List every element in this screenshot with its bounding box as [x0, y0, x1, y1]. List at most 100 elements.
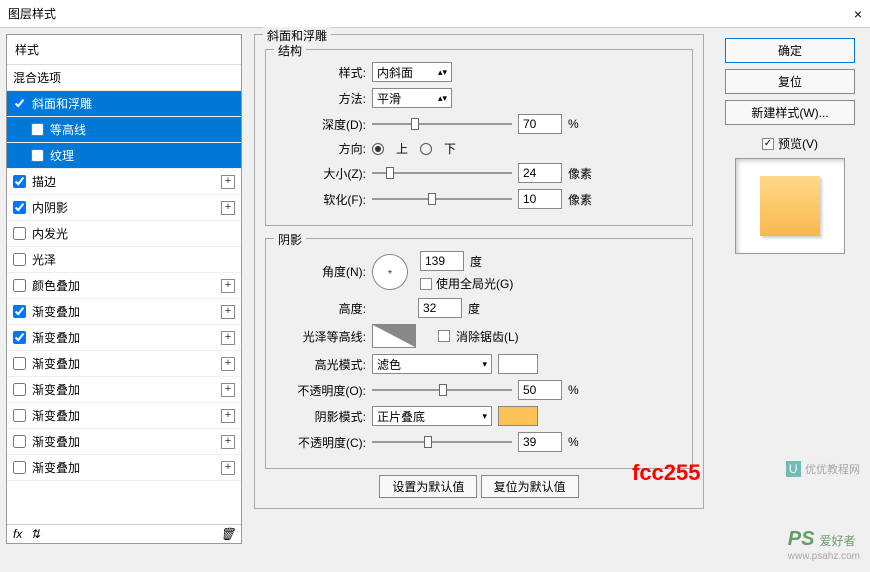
gloss-contour-picker[interactable] [372, 324, 416, 348]
chevron-icon: ▾ [482, 411, 487, 422]
depth-label: 深度(D): [276, 116, 366, 133]
method-select[interactable]: 平滑▴▾ [372, 88, 452, 108]
plus-icon[interactable]: + [221, 461, 235, 475]
watermark: U 优优教程网 [786, 460, 860, 478]
opacity1-input[interactable] [518, 380, 562, 400]
effect-checkbox[interactable] [31, 149, 44, 162]
effect-checkbox[interactable] [13, 435, 26, 448]
sidebar-item[interactable]: 渐变叠加+ [7, 325, 241, 351]
plus-icon[interactable]: + [221, 279, 235, 293]
plus-icon[interactable]: + [221, 201, 235, 215]
effect-checkbox[interactable] [31, 123, 44, 136]
soften-unit: 像素 [568, 191, 598, 208]
preview-swatch [760, 176, 820, 236]
opacity2-input[interactable] [518, 432, 562, 452]
opacity1-slider[interactable] [372, 381, 512, 399]
antialias-label: 消除锯齿(L) [456, 328, 519, 345]
highlight-color-swatch[interactable] [498, 354, 538, 374]
effect-checkbox[interactable] [13, 201, 26, 214]
down-radio[interactable] [420, 143, 432, 155]
depth-slider[interactable] [372, 115, 512, 133]
global-light-checkbox[interactable] [420, 278, 432, 290]
plus-icon[interactable]: + [221, 357, 235, 371]
altitude-unit: 度 [468, 300, 480, 317]
new-style-button[interactable]: 新建样式(W)... [725, 100, 855, 125]
chevron-icon: ▴▾ [438, 93, 447, 104]
sidebar-item[interactable]: 纹理 [7, 143, 241, 169]
size-input[interactable] [518, 163, 562, 183]
sidebar-item[interactable]: 渐变叠加 + [7, 429, 241, 455]
sidebar-item[interactable]: 渐变叠加+ [7, 455, 241, 481]
effect-checkbox[interactable] [13, 409, 26, 422]
preview-label: 预览(V) [778, 135, 818, 152]
sidebar-item[interactable]: 内阴影 + [7, 195, 241, 221]
plus-icon[interactable]: + [221, 175, 235, 189]
chevron-icon: ▾ [482, 359, 487, 370]
effect-checkbox[interactable] [13, 279, 26, 292]
direction-label: 方向: [276, 140, 366, 157]
up-radio[interactable] [372, 143, 384, 155]
soften-label: 软化(F): [276, 191, 366, 208]
preview-box [735, 158, 845, 254]
sidebar-item-label: 内阴影 [32, 199, 217, 216]
plus-icon[interactable]: + [221, 383, 235, 397]
effect-checkbox[interactable] [13, 253, 26, 266]
sidebar-item[interactable]: 渐变叠加 + [7, 377, 241, 403]
effect-checkbox[interactable] [13, 383, 26, 396]
plus-icon[interactable]: + [221, 305, 235, 319]
sidebar-item[interactable]: 颜色叠加+ [7, 273, 241, 299]
soften-input[interactable] [518, 189, 562, 209]
effect-checkbox[interactable] [13, 175, 26, 188]
effect-checkbox[interactable] [13, 331, 26, 344]
effect-checkbox[interactable] [13, 461, 26, 474]
trash-icon[interactable]: 🗑 [220, 527, 235, 541]
sidebar-item[interactable]: 渐变叠加 + [7, 351, 241, 377]
sidebar-item-label: 描边 [32, 173, 217, 190]
antialias-checkbox[interactable] [438, 330, 450, 342]
chevron-icon: ▴▾ [438, 67, 447, 78]
effect-checkbox[interactable] [13, 357, 26, 370]
angle-input[interactable] [420, 251, 464, 271]
sidebar-item[interactable]: 混合选项 [7, 65, 241, 91]
depth-unit: % [568, 117, 598, 131]
shadow-mode-select[interactable]: 正片叠底▾ [372, 406, 492, 426]
sidebar-item[interactable]: 光泽 [7, 247, 241, 273]
fx-label[interactable]: fx [13, 527, 22, 541]
depth-input[interactable] [518, 114, 562, 134]
size-slider[interactable] [372, 164, 512, 182]
plus-icon[interactable]: + [221, 331, 235, 345]
effect-checkbox[interactable] [13, 305, 26, 318]
effect-checkbox[interactable] [13, 97, 26, 110]
preview-checkbox[interactable]: ✓ [762, 138, 774, 150]
opacity1-unit: % [568, 383, 598, 397]
altitude-label: 高度: [276, 300, 366, 317]
soften-slider[interactable] [372, 190, 512, 208]
sidebar-item[interactable]: 斜面和浮雕 [7, 91, 241, 117]
reset-default-button[interactable]: 复位为默认值 [481, 475, 579, 498]
ok-button[interactable]: 确定 [725, 38, 855, 63]
shadow-color-swatch[interactable] [498, 406, 538, 426]
sidebar-item[interactable]: 渐变叠加+ [7, 299, 241, 325]
angle-dial[interactable]: + [372, 254, 408, 290]
angle-unit: 度 [470, 253, 482, 270]
highlight-mode-select[interactable]: 滤色▾ [372, 354, 492, 374]
sidebar-item-label: 渐变叠加 [32, 355, 217, 372]
plus-icon[interactable]: + [221, 435, 235, 449]
close-icon[interactable]: × [854, 6, 862, 22]
sidebar-item-label: 斜面和浮雕 [32, 95, 235, 112]
arrows-icon[interactable]: ⇅ [30, 527, 40, 541]
shading-legend: 阴影 [274, 231, 306, 248]
sidebar-item[interactable]: 渐变叠加+ [7, 403, 241, 429]
set-default-button[interactable]: 设置为默认值 [379, 475, 477, 498]
style-select[interactable]: 内斜面▴▾ [372, 62, 452, 82]
sidebar-item-label: 渐变叠加 [32, 381, 217, 398]
opacity2-slider[interactable] [372, 433, 512, 451]
cancel-button[interactable]: 复位 [725, 69, 855, 94]
sidebar-item[interactable]: 描边 + [7, 169, 241, 195]
effect-checkbox[interactable] [13, 227, 26, 240]
altitude-input[interactable] [418, 298, 462, 318]
sidebar-item-label: 渐变叠加 [32, 433, 217, 450]
sidebar-item[interactable]: 等高线 [7, 117, 241, 143]
plus-icon[interactable]: + [221, 409, 235, 423]
sidebar-item[interactable]: 内发光 [7, 221, 241, 247]
